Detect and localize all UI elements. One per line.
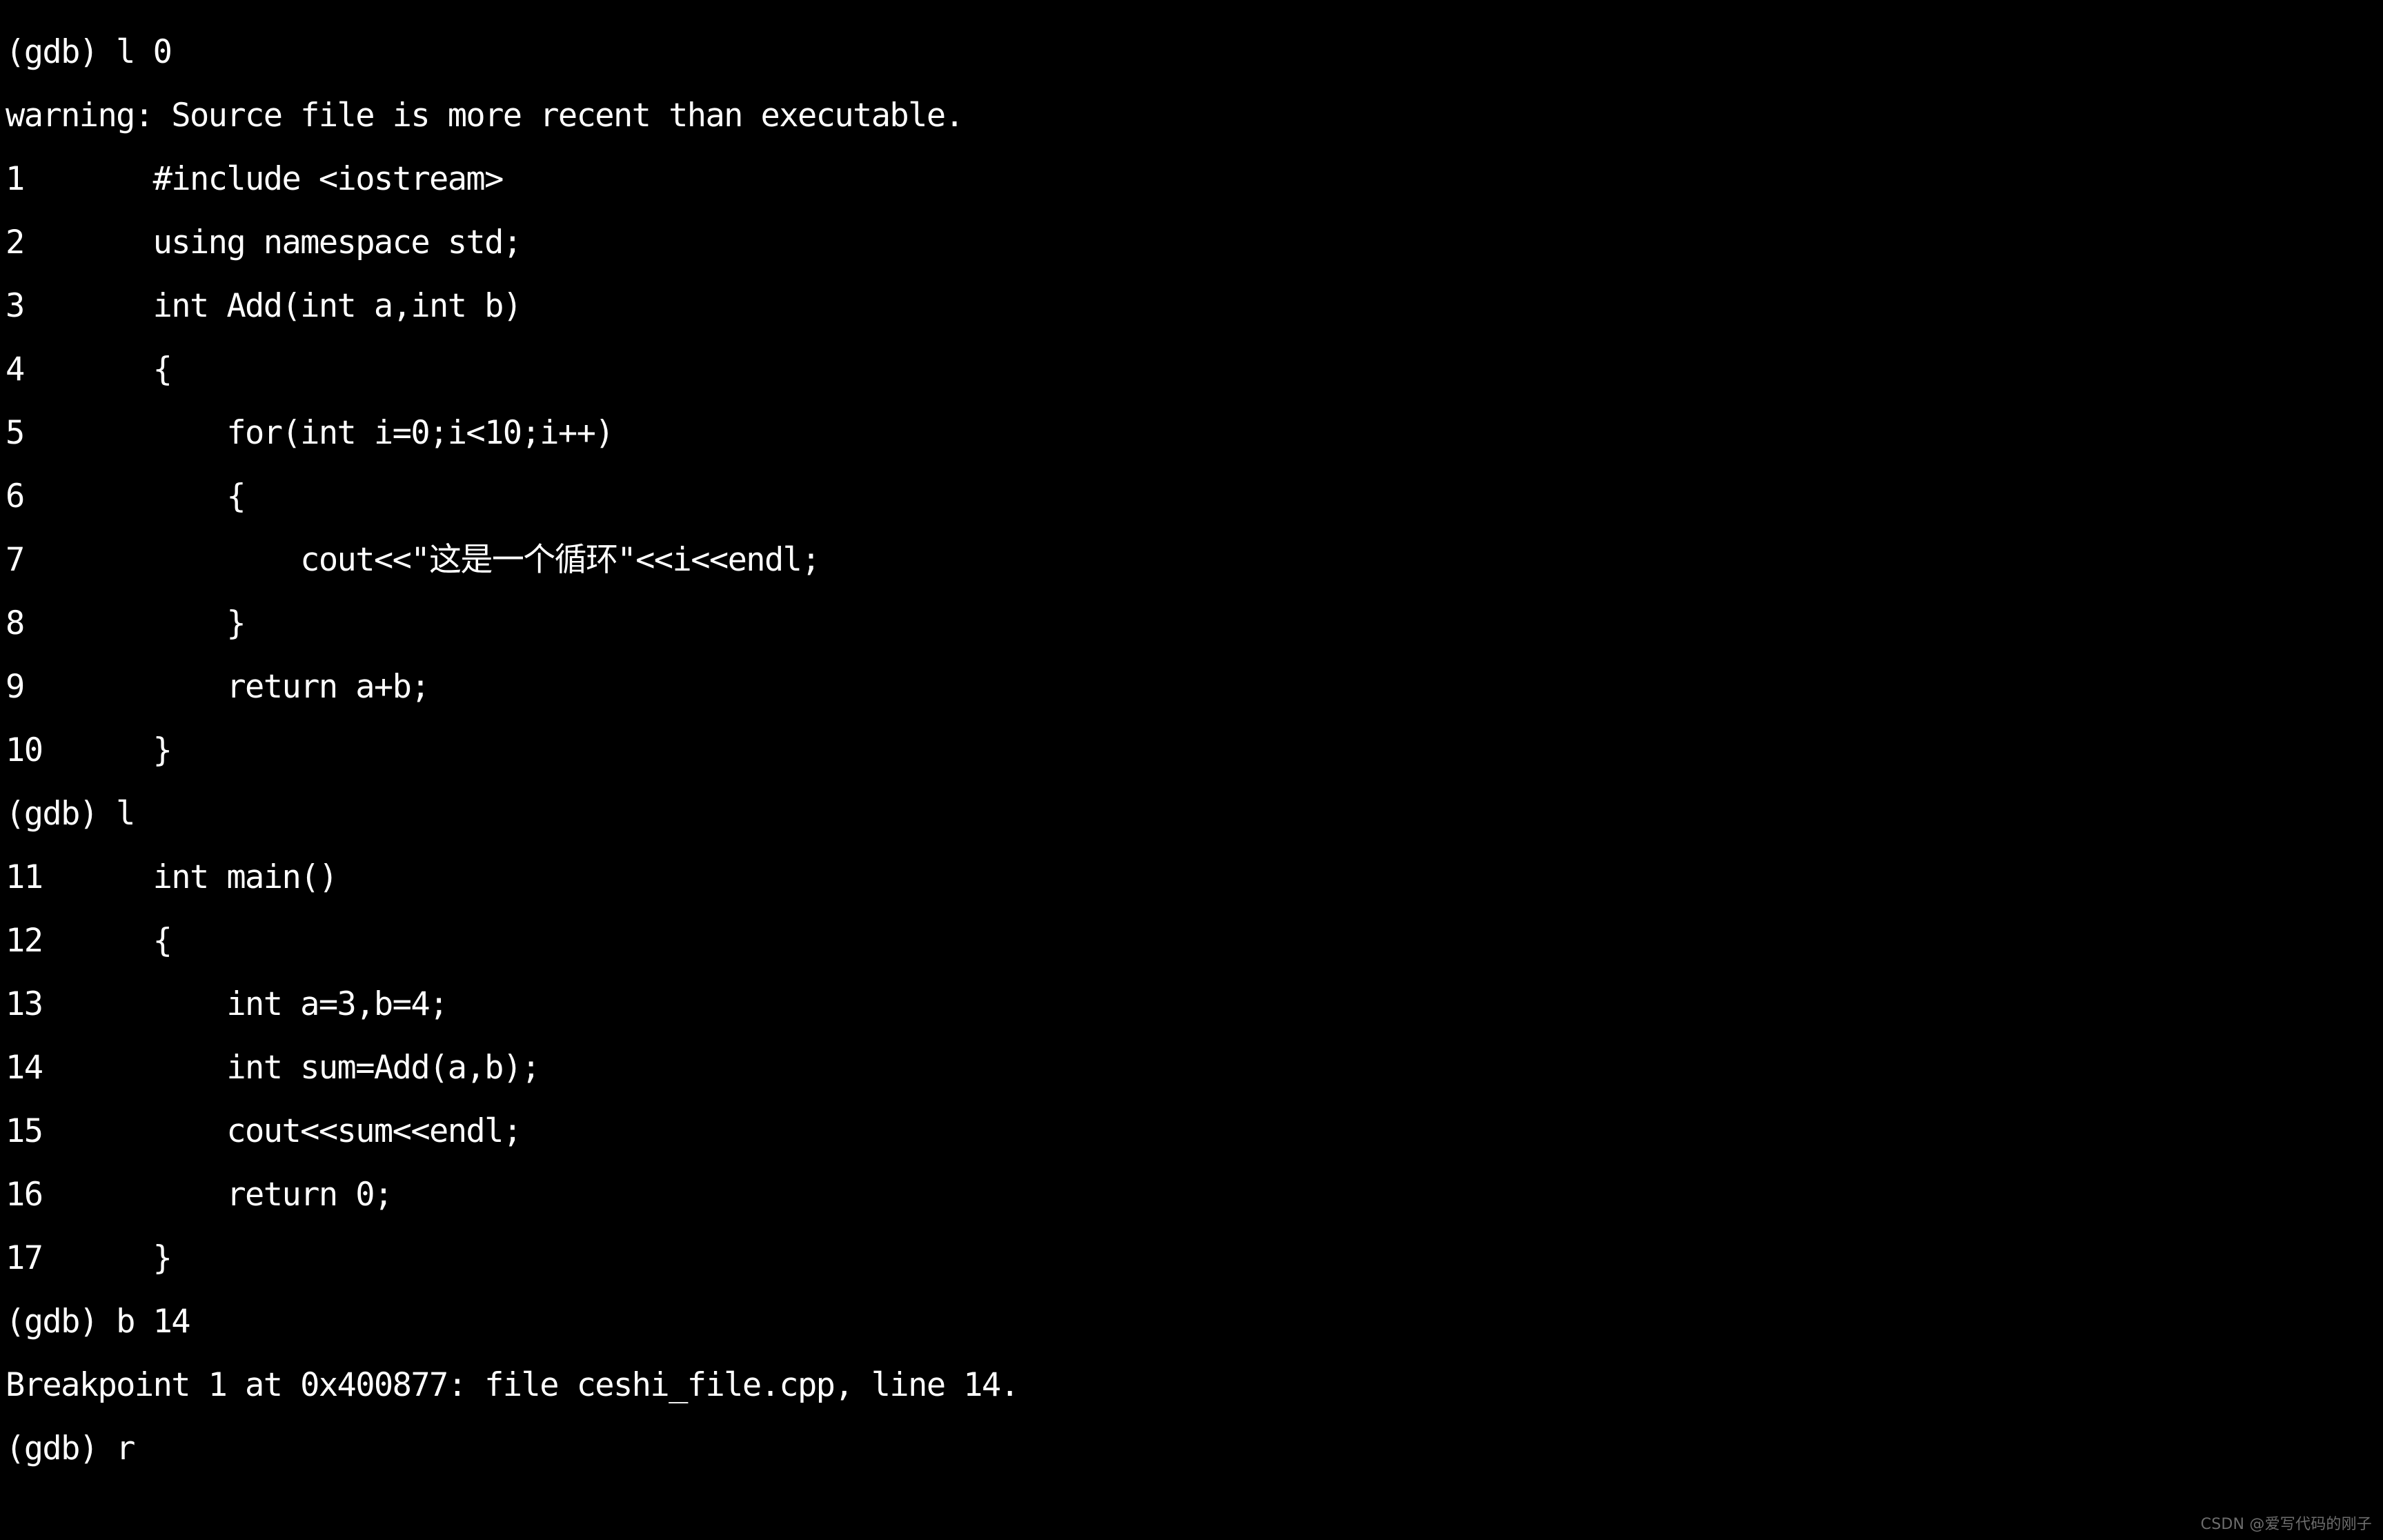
terminal-line-source-4: 4 { <box>6 351 172 388</box>
terminal-line-source-10: 10 } <box>6 731 172 769</box>
terminal-line-source-14: 14 int sum=Add(a,b); <box>6 1049 541 1087</box>
terminal-line-warning: warning: Source file is more recent than… <box>6 97 965 135</box>
terminal-line-source-8: 8 } <box>6 604 246 642</box>
terminal-line-source-16: 16 return 0; <box>6 1176 393 1214</box>
csdn-watermark: CSDN @爱写代码的刚子 <box>2200 1516 2372 1533</box>
terminal-line-source-5: 5 for(int i=0;i<10;i++) <box>6 414 615 452</box>
terminal-line-source-15: 15 cout<<sum<<endl; <box>6 1112 522 1150</box>
terminal-line-source-12: 12 { <box>6 922 172 960</box>
terminal-line-source-1: 1 #include <iostream> <box>6 160 504 198</box>
terminal-line-source-6: 6 { <box>6 477 246 515</box>
terminal-line-breakpoint-set: Breakpoint 1 at 0x400877: file ceshi_fil… <box>6 1366 1020 1404</box>
terminal-line-command-break: (gdb) b 14 <box>6 1303 191 1341</box>
terminal-output-area[interactable]: (gdb) l 0 warning: Source file is more r… <box>0 0 2383 1540</box>
terminal-line-command-run: (gdb) r <box>6 1430 135 1468</box>
terminal-line-source-2: 2 using namespace std; <box>6 224 522 261</box>
terminal-line-command-list-0: (gdb) l 0 <box>6 33 172 71</box>
terminal-line-source-3: 3 int Add(int a,int b) <box>6 287 522 325</box>
terminal-line-source-17: 17 } <box>6 1239 172 1277</box>
terminal-line-source-13: 13 int a=3,b=4; <box>6 985 448 1023</box>
terminal-line-source-9: 9 return a+b; <box>6 668 431 706</box>
terminal-line-source-11: 11 int main() <box>6 858 338 896</box>
terminal-line-source-7: 7 cout<<"这是一个循环"<<i<<endl; <box>6 541 821 579</box>
terminal-line-command-list: (gdb) l <box>6 795 135 833</box>
